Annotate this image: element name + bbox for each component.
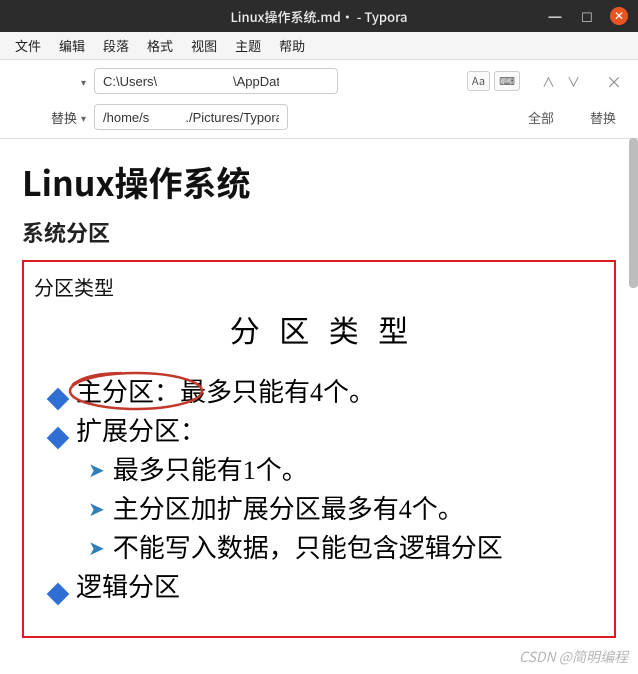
chevron-down-icon[interactable]: ▾	[81, 74, 86, 89]
find-replace-bar: ▾ Aa ⌨ ∧ ∨ × 替换 ▾ 全部 替换	[0, 60, 638, 139]
menu-bar: 文件 编辑 段落 格式 视图 主题 帮助	[0, 32, 638, 60]
menu-help[interactable]: 帮助	[270, 33, 314, 58]
bullet-3: 逻辑分区	[34, 568, 610, 607]
sub-1: ➤ 最多只能有1个。	[34, 451, 610, 490]
sub-1-text: 最多只能有1个。	[113, 451, 308, 490]
sub-3: ➤ 不能写入数据，只能包含逻辑分区	[34, 529, 610, 568]
bullet-1: 主分区： 最多只能有4个。	[34, 373, 610, 412]
window-titlebar: Linux操作系统.md• - Typora ━ ☐ ✕	[0, 0, 638, 32]
find-prev-icon[interactable]: ∧	[538, 70, 559, 93]
window-controls: ━ ☐ ✕	[546, 7, 638, 25]
diamond-icon	[47, 427, 70, 450]
close-icon[interactable]: ✕	[610, 7, 628, 25]
sub-3-text: 不能写入数据，只能包含逻辑分区	[113, 529, 503, 568]
window-title: Linux操作系统.md• - Typora	[230, 7, 407, 26]
bullet-1-emph: 主分区：	[76, 378, 180, 407]
bullet-2: 扩展分区：	[34, 412, 610, 451]
menu-theme[interactable]: 主题	[226, 33, 270, 58]
arrow-icon: ➤	[88, 495, 105, 525]
sub-2-text: 主分区加扩展分区最多有4个。	[113, 490, 464, 529]
arrow-icon: ➤	[88, 456, 105, 486]
minimize-icon[interactable]: ━	[546, 7, 564, 25]
embedded-image: 分区类型 分 区 类 型 主分区： 最多只能有4个。 扩展分区： ➤	[22, 260, 616, 638]
replace-all-button[interactable]: 全部	[514, 108, 568, 127]
slide-title: 分 区 类 型	[34, 307, 610, 351]
doc-h2: 系统分区	[22, 216, 616, 248]
chevron-down-icon[interactable]: ▾	[81, 110, 86, 125]
close-search-icon[interactable]: ×	[598, 69, 630, 93]
slide-caption: 分区类型	[34, 272, 610, 301]
scrollbar-thumb[interactable]	[629, 138, 638, 288]
replace-label: 替换	[51, 108, 77, 127]
find-next-icon[interactable]: ∨	[563, 70, 584, 93]
bullet-3-text: 逻辑分区	[76, 568, 180, 607]
bullet-1-rest: 最多只能有4个。	[180, 373, 375, 412]
match-case-toggle[interactable]: Aa	[467, 71, 490, 91]
menu-edit[interactable]: 编辑	[50, 33, 94, 58]
diamond-icon	[47, 583, 70, 606]
editor-content[interactable]: Linux操作系统 系统分区 分区类型 分 区 类 型 主分区： 最多只能有4个…	[0, 139, 638, 674]
menu-file[interactable]: 文件	[6, 33, 50, 58]
menu-paragraph[interactable]: 段落	[94, 33, 138, 58]
menu-format[interactable]: 格式	[138, 33, 182, 58]
maximize-icon[interactable]: ☐	[578, 7, 596, 25]
doc-h1: Linux操作系统	[22, 157, 616, 206]
diamond-icon	[47, 388, 70, 411]
arrow-icon: ➤	[88, 534, 105, 564]
regex-toggle[interactable]: ⌨	[494, 71, 520, 91]
replace-input[interactable]	[94, 104, 288, 130]
menu-view[interactable]: 视图	[182, 33, 226, 58]
replace-button[interactable]: 替换	[576, 108, 630, 127]
find-input[interactable]	[94, 68, 338, 94]
sub-2: ➤ 主分区加扩展分区最多有4个。	[34, 490, 610, 529]
bullet-2-text: 扩展分区：	[76, 412, 206, 451]
